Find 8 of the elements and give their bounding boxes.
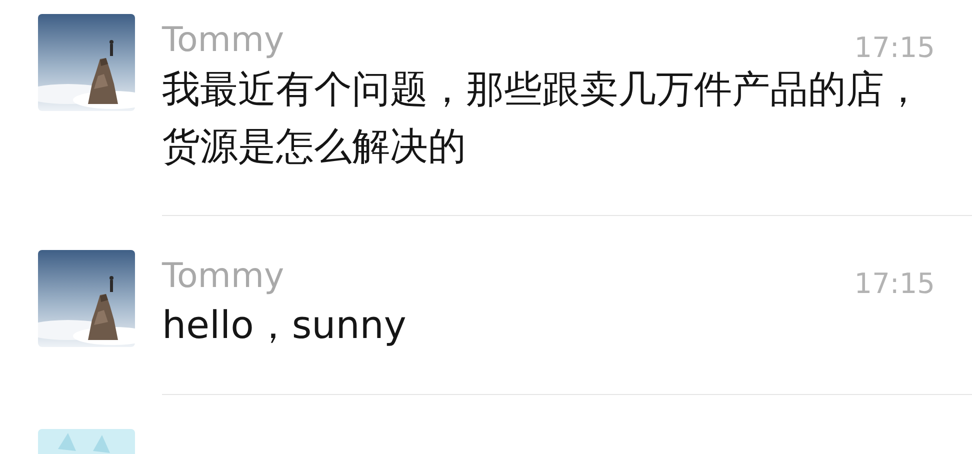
contact-name: Tommy — [162, 19, 284, 62]
message-preview: 我最近有个问题，那些跟卖几万件产品的店，货源是怎么解决的 — [162, 66, 923, 170]
conversation-item[interactable]: Tommy 17:15 hello，sunny — [0, 216, 972, 395]
conversation-item[interactable]: Tommy 17:15 我最近有个问题，那些跟卖几万件产品的店，货源是怎么解决的 — [0, 0, 972, 216]
contact-name: Tommy — [162, 255, 284, 298]
message-preview: hello，sunny — [162, 302, 408, 349]
message-time: 17:15 — [854, 267, 935, 301]
message-time: 17:15 — [854, 31, 935, 65]
